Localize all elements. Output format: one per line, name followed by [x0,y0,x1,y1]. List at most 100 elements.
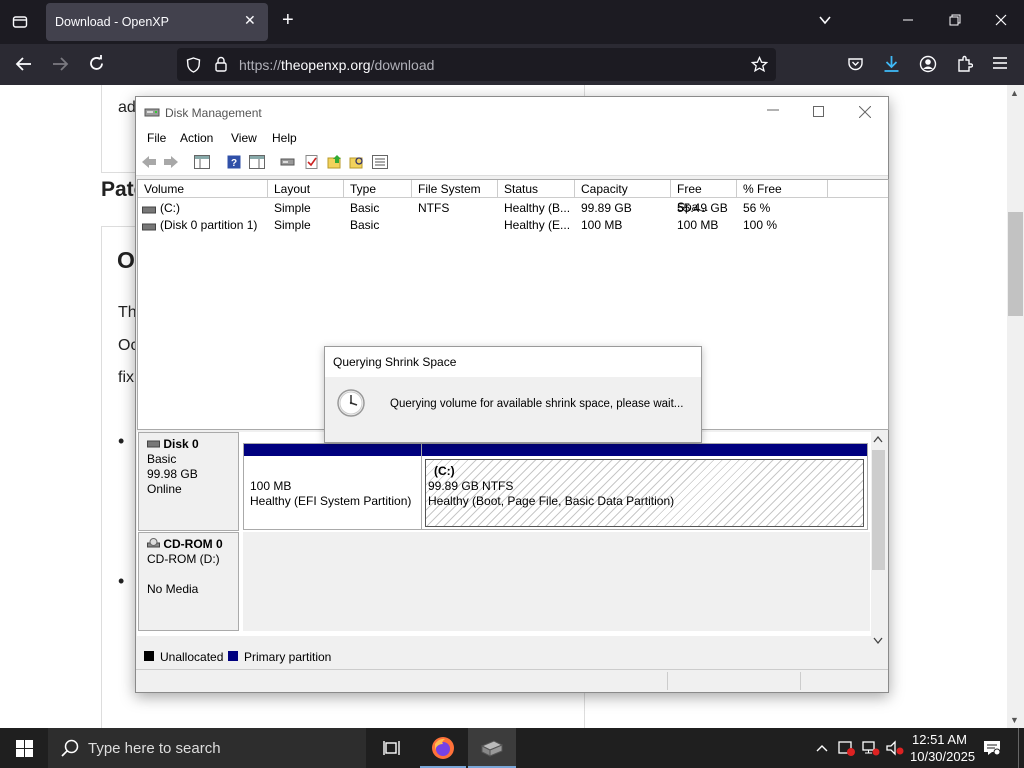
task-view-icon[interactable] [383,740,401,759]
url-path: /download [370,57,435,73]
tab-close-icon[interactable]: ✕ [244,12,256,29]
column-header-status[interactable]: Status [498,180,575,198]
taskbar-firefox[interactable] [420,728,466,768]
dm-minimize-icon[interactable] [767,103,779,119]
minimize-window-icon[interactable] [902,14,914,30]
column-header-type[interactable]: Type [344,180,412,198]
dm-close-icon[interactable] [858,105,872,121]
table-row[interactable]: (Disk 0 partition 1) Simple Basic Health… [138,217,888,233]
partition-efi-status: Healthy (EFI System Partition) [250,494,412,508]
dialog-message: Querying volume for available shrink spa… [390,398,684,410]
lock-icon[interactable] [214,56,228,75]
page-text-fragment: ad [118,99,136,116]
list-all-tabs-icon[interactable] [818,13,832,31]
menu-action[interactable]: Action [180,131,213,145]
menu-help[interactable]: Help [272,131,297,145]
disk-graphical-view: Disk 0 Basic 99.98 GB Online 100 MB Heal… [137,432,871,636]
column-header-capacity[interactable]: Capacity [575,180,671,198]
downloads-icon[interactable] [883,55,900,76]
disk0-size: 99.98 GB [147,467,198,481]
graph-scroll-down-icon[interactable] [873,634,883,648]
partition-c[interactable]: (C:) 99.89 GB NTFS Healthy (Boot, Page F… [421,443,868,530]
cdrom-icon [147,537,160,551]
toolbar-list-icon[interactable] [372,155,388,169]
disk0-info[interactable]: Disk 0 Basic 99.98 GB Online [138,432,239,531]
column-header-percent-free[interactable]: % Free [737,180,828,198]
table-row[interactable]: (C:) Simple Basic NTFS Healthy (B... 99.… [138,200,888,216]
menu-hamburger-icon[interactable] [992,56,1008,73]
account-icon[interactable] [919,55,937,76]
dm-title-bar[interactable]: Disk Management [136,97,888,127]
security-alert-icon[interactable] [838,739,856,760]
column-header-file-system[interactable]: File System [412,180,498,198]
menu-file[interactable]: File [147,131,166,145]
partition-c-label: (C:) [434,464,455,478]
new-tab-button[interactable]: + [282,10,294,30]
toolbar-search-folder-icon[interactable] [349,155,365,169]
pocket-icon[interactable] [847,56,864,75]
row-status: Healthy (B... [504,201,571,215]
page-subheading: O [117,247,135,273]
legend-unallocated-swatch [144,651,154,661]
show-desktop-strip[interactable] [1018,728,1019,768]
partition-efi-size: 100 MB [250,479,292,493]
dm-title: Disk Management [165,106,262,120]
toolbar-forward-icon[interactable] [163,155,179,169]
address-bar[interactable]: https://theopenxp.org/download [177,48,776,81]
toolbar-back-icon[interactable] [141,155,157,169]
shield-icon[interactable] [186,57,201,76]
url-text[interactable]: https://theopenxp.org/download [239,57,434,73]
close-window-icon[interactable] [995,14,1007,30]
column-header-layout[interactable]: Layout [268,180,344,198]
volume-drive-icon [142,220,156,234]
network-icon[interactable] [862,740,880,759]
toolbar-show-hide-tree-icon[interactable] [194,155,210,169]
toolbar-new-folder-icon[interactable] [327,155,343,169]
dm-maximize-icon[interactable] [813,105,825,121]
browser-tab[interactable]: Download - OpenXP ✕ [46,3,268,41]
row-percent-free: 100 % [743,218,778,232]
clock-time[interactable]: 12:51 AM [912,732,967,747]
notifications-icon[interactable] [983,739,1001,760]
bullet-icon: • [118,571,125,591]
taskbar-search-box[interactable]: Type here to search [48,728,366,768]
volume-drive-icon [142,203,156,217]
partition-c-size: 99.89 GB NTFS [428,479,514,493]
dm-toolbar: ? [136,149,888,176]
extensions-icon[interactable] [956,55,974,76]
column-header-free-space[interactable]: Free Spa... [671,180,737,214]
reload-icon[interactable] [88,55,105,75]
toolbar-connect-icon[interactable] [280,155,296,169]
dm-status-bar [136,669,888,692]
search-icon [61,739,79,760]
back-arrow-icon[interactable] [15,56,33,75]
graph-scroll-up-icon[interactable] [873,435,883,446]
taskbar-disk-management[interactable] [468,728,516,768]
restore-window-icon[interactable] [949,14,961,30]
show-hidden-icons-icon[interactable] [816,742,828,756]
page-line-1: Th [118,304,137,321]
toolbar-help-icon[interactable]: ? [226,155,242,169]
scroll-up-icon[interactable]: ▲ [1010,88,1019,98]
page-scrollbar-thumb[interactable] [1008,212,1023,316]
clock-date[interactable]: 10/30/2025 [910,749,975,764]
menu-view[interactable]: View [231,131,257,145]
bookmark-star-icon[interactable] [750,55,769,76]
svg-text:?: ? [231,158,237,169]
row-volume: (C:) [160,201,180,215]
tab-list-icon[interactable] [12,14,28,34]
row-volume: (Disk 0 partition 1) [160,218,258,232]
scroll-down-icon[interactable]: ▼ [1010,715,1019,725]
forward-arrow-icon[interactable] [51,56,69,75]
row-free-space: 100 MB [677,218,719,232]
column-header-volume[interactable]: Volume [138,180,268,198]
partition-efi[interactable]: 100 MB Healthy (EFI System Partition) [243,443,422,530]
toolbar-properties-icon[interactable] [249,155,265,169]
toolbar-check-icon[interactable] [304,155,320,169]
graph-scrollbar-thumb[interactable] [872,450,885,570]
start-windows-icon[interactable] [16,740,33,760]
dialog-title-bar[interactable]: Querying Shrink Space [325,347,701,377]
page-scrollbar[interactable] [1007,85,1024,728]
cdrom0-info[interactable]: CD-ROM 0 CD-ROM (D:) No Media [138,532,239,631]
volume-muted-icon[interactable] [886,740,904,759]
